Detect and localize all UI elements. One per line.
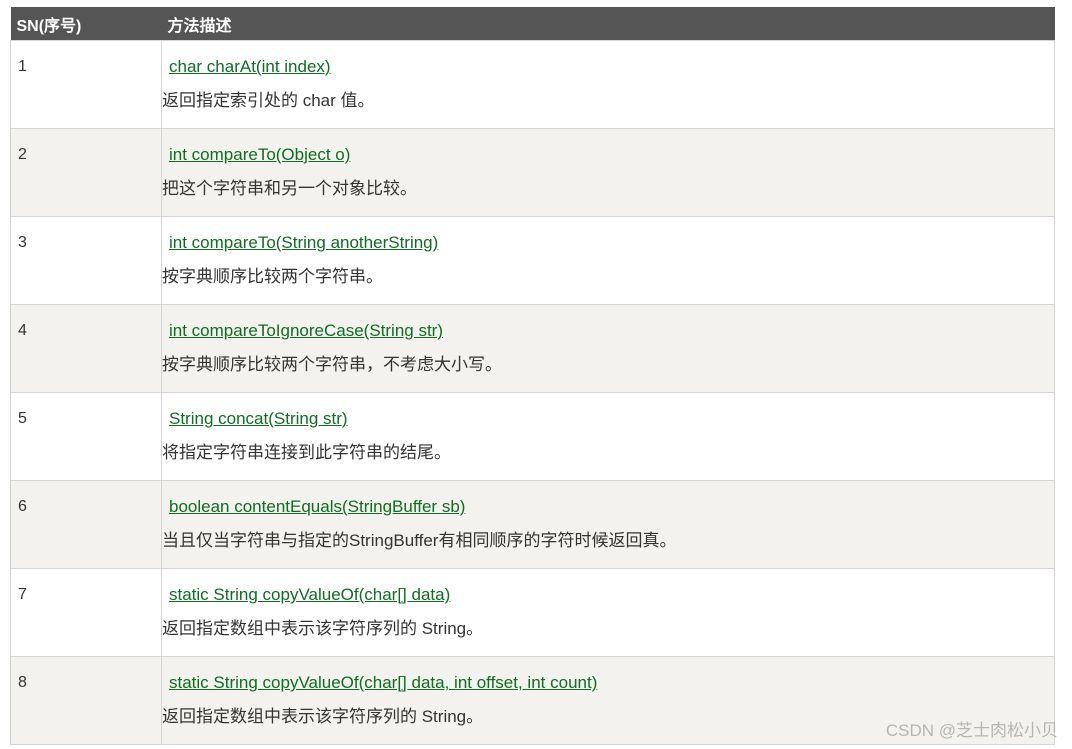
table-row: 6 boolean contentEquals(StringBuffer sb)… [10,480,1055,569]
method-description: 当且仅当字符串与指定的StringBuffer有相同顺序的字符时候返回真。 [162,531,677,550]
csdn-watermark: CSDN @芝士肉松小贝 [885,721,1058,740]
method-cell: char charAt(int index) 返回指定索引处的 char 值。 [161,40,1055,129]
row-number: 6 [18,498,27,515]
method-link[interactable]: int compareToIgnoreCase(String str) [169,321,443,341]
method-description: 按字典顺序比较两个字符串，不考虑大小写。 [162,355,502,374]
method-link[interactable]: String concat(String str) [169,409,348,429]
methods-table: SN(序号) 方法描述 1 char charAt(int index) 返回指… [10,7,1055,745]
method-cell: static String copyValueOf(char[] data) 返… [161,568,1055,657]
method-link[interactable]: char charAt(int index) [169,57,331,77]
sn-cell: 7 [10,568,162,657]
sn-cell: 5 [10,392,162,481]
method-description: 将指定字符串连接到此字符串的结尾。 [162,443,451,462]
method-cell: boolean contentEquals(StringBuffer sb) 当… [161,480,1055,569]
row-number: 1 [18,58,27,75]
sn-cell: 3 [10,216,162,305]
sn-cell: 4 [10,304,162,393]
method-cell: int compareToIgnoreCase(String str) 按字典顺… [161,304,1055,393]
method-link[interactable]: static String copyValueOf(char[] data, i… [169,673,597,693]
row-number: 5 [18,410,27,427]
header-sn: SN(序号) [10,7,162,41]
table-row: 1 char charAt(int index) 返回指定索引处的 char 值… [10,40,1055,129]
method-link[interactable]: static String copyValueOf(char[] data) [169,585,450,605]
method-link[interactable]: int compareTo(String anotherString) [169,233,438,253]
method-cell: String concat(String str) 将指定字符串连接到此字符串的… [161,392,1055,481]
method-cell: int compareTo(String anotherString) 按字典顺… [161,216,1055,305]
table-row: 3 int compareTo(String anotherString) 按字… [10,216,1055,305]
table-row: 7 static String copyValueOf(char[] data)… [10,568,1055,657]
method-description: 返回指定数组中表示该字符序列的 String。 [162,619,484,638]
method-description: 把这个字符串和另一个对象比较。 [162,179,417,198]
sn-cell: 6 [10,480,162,569]
row-number: 2 [18,146,27,163]
method-description: 按字典顺序比较两个字符串。 [162,267,383,286]
table-row: 2 int compareTo(Object o) 把这个字符串和另一个对象比较… [10,128,1055,217]
method-link[interactable]: int compareTo(Object o) [169,145,350,165]
table-row: 5 String concat(String str) 将指定字符串连接到此字符… [10,392,1055,481]
sn-cell: 8 [10,656,162,745]
row-number: 7 [18,586,27,603]
method-cell: int compareTo(Object o) 把这个字符串和另一个对象比较。 [161,128,1055,217]
header-description: 方法描述 [161,7,1055,41]
sn-cell: 1 [10,40,162,129]
table-header-row: SN(序号) 方法描述 [10,7,1055,41]
table-row: 4 int compareToIgnoreCase(String str) 按字… [10,304,1055,393]
row-number: 4 [18,322,27,339]
methods-table-container: SN(序号) 方法描述 1 char charAt(int index) 返回指… [10,7,1055,745]
row-number: 8 [18,674,27,691]
method-link[interactable]: boolean contentEquals(StringBuffer sb) [169,497,465,517]
sn-cell: 2 [10,128,162,217]
row-number: 3 [18,234,27,251]
method-description: 返回指定索引处的 char 值。 [162,91,375,110]
